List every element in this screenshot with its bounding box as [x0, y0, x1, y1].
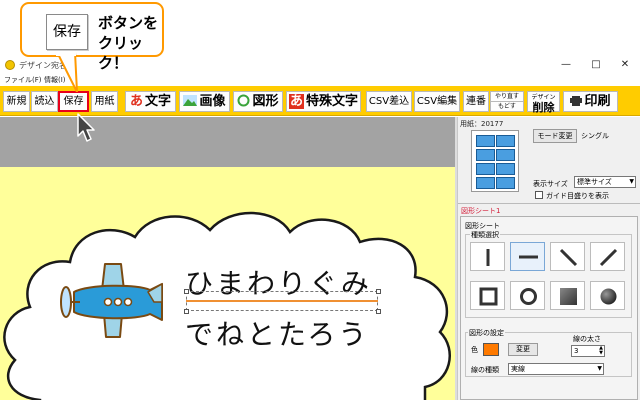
delete-button-label: 削除: [532, 101, 555, 114]
vertical-line-button[interactable]: [470, 242, 505, 271]
line-type-value: 実線: [511, 365, 525, 373]
print-button-label: 印刷: [584, 94, 611, 109]
airplane-illustration[interactable]: [58, 262, 166, 342]
selection-handle-tl[interactable]: [184, 289, 189, 294]
layout-cell[interactable]: [496, 135, 515, 147]
instruction-callout: 保存 ボタンを クリック！: [20, 2, 164, 72]
menu-bar: ファイル(F) 情報(I): [0, 74, 640, 86]
special-char-icon: あ: [288, 94, 304, 109]
color-swatch[interactable]: [483, 343, 499, 356]
open-button[interactable]: 読込: [31, 91, 58, 112]
change-color-button[interactable]: 変更: [508, 343, 538, 356]
special-char-button-label: 特殊文字: [306, 94, 359, 109]
serial-button[interactable]: 連番: [463, 91, 489, 112]
canvas-text-line-2[interactable]: でねとたろう: [185, 313, 369, 353]
text-button[interactable]: あ文字: [125, 91, 176, 112]
display-size-select[interactable]: 標準サイズ ▼: [574, 176, 636, 188]
print-button[interactable]: 印刷: [563, 91, 618, 112]
save-icon-illustration: 保存: [46, 14, 88, 50]
close-button[interactable]: ✕: [615, 58, 635, 72]
sheet-layout-preview[interactable]: [471, 130, 519, 192]
redo-button[interactable]: もどす: [491, 102, 523, 111]
line-width-stepper[interactable]: 3 ▲ ▼: [571, 345, 605, 357]
tab-shape-sheet-1[interactable]: 図形シート1: [461, 206, 500, 216]
new-button[interactable]: 新規: [3, 91, 30, 112]
layout-cell[interactable]: [476, 135, 495, 147]
minimize-button[interactable]: —: [556, 58, 576, 72]
layout-cell[interactable]: [476, 163, 495, 175]
guide-checkbox[interactable]: [535, 191, 543, 199]
title-bar: デザイン宛名 — □ ✕: [0, 56, 640, 74]
chevron-down-icon: ▼: [629, 178, 634, 185]
diagonal-down-line-button[interactable]: [550, 242, 585, 271]
chevron-down-icon: ▼: [597, 365, 602, 372]
app-icon: [5, 60, 15, 70]
image-button[interactable]: 画像: [179, 91, 230, 112]
image-button-label: 画像: [199, 94, 226, 109]
shape-button-label: 図形: [252, 94, 279, 109]
callout-line-2: クリック！: [98, 34, 144, 72]
save-button[interactable]: 保存: [58, 91, 89, 112]
line-width-value: 3: [574, 347, 579, 355]
selection-handle-tr[interactable]: [376, 289, 381, 294]
csv-insert-button[interactable]: CSV差込: [366, 91, 412, 112]
layout-cell[interactable]: [496, 149, 515, 161]
filled-circle-button[interactable]: [590, 281, 625, 310]
selected-line-shape[interactable]: [186, 300, 378, 302]
paper-label: 用紙：20177: [460, 120, 504, 128]
special-char-button[interactable]: あ特殊文字: [286, 91, 361, 112]
mouse-cursor-icon: [77, 113, 95, 142]
design-canvas[interactable]: [0, 117, 455, 400]
shape-button[interactable]: 図形: [233, 91, 283, 112]
properties-panel: 用紙：20177 モード変更 シングル 表示サイズ 標準サイズ ▼ ガイド目盛り…: [457, 117, 640, 400]
callout-line-1: ボタンを: [98, 14, 159, 32]
canvas-margin-area: [0, 117, 455, 167]
image-icon: [183, 94, 198, 109]
shape-type-title: 種類選択: [470, 230, 500, 240]
mode-value: シングル: [581, 132, 609, 140]
circle-shape-icon: [237, 94, 250, 109]
stepper-arrows-icon[interactable]: ▲ ▼: [599, 346, 603, 356]
text-button-label: 文字: [145, 94, 172, 109]
diagonal-up-line-button[interactable]: [590, 242, 625, 271]
csv-edit-button[interactable]: CSV編集: [414, 91, 460, 112]
mode-change-button[interactable]: モード変更: [533, 129, 577, 143]
filled-rectangle-button[interactable]: [550, 281, 585, 310]
paper-button[interactable]: 用紙: [91, 91, 118, 112]
circle-button[interactable]: [510, 281, 545, 310]
guide-label: ガイド目盛りを表示: [546, 192, 609, 200]
undo-button[interactable]: やり直す: [491, 92, 523, 102]
menu-file[interactable]: ファイル(F): [4, 75, 42, 85]
color-label: 色: [471, 346, 478, 354]
printer-icon: [570, 94, 583, 109]
shape-settings-title: 図形の設定: [468, 328, 505, 338]
layout-cell[interactable]: [496, 177, 515, 189]
callout-pointer: [55, 52, 78, 92]
horizontal-line-button[interactable]: [510, 242, 545, 271]
selection-handle-br[interactable]: [376, 309, 381, 314]
delete-button[interactable]: デザイン 削除: [527, 91, 560, 114]
rectangle-button[interactable]: [470, 281, 505, 310]
text-icon: あ: [129, 94, 143, 109]
layout-cell[interactable]: [476, 149, 495, 161]
layout-cell[interactable]: [476, 177, 495, 189]
maximize-button[interactable]: □: [586, 58, 606, 72]
line-width-label: 線の太さ: [573, 335, 601, 343]
undo-redo-buttons[interactable]: やり直す もどす: [490, 91, 524, 112]
line-type-label: 線の種類: [471, 366, 499, 374]
layout-cell[interactable]: [496, 163, 515, 175]
display-size-value: 標準サイズ: [577, 178, 612, 186]
callout-text: ボタンを クリック！: [98, 13, 162, 73]
display-size-label: 表示サイズ: [533, 180, 568, 188]
line-type-select[interactable]: 実線 ▼: [508, 363, 604, 375]
panel-divider: [458, 203, 640, 204]
